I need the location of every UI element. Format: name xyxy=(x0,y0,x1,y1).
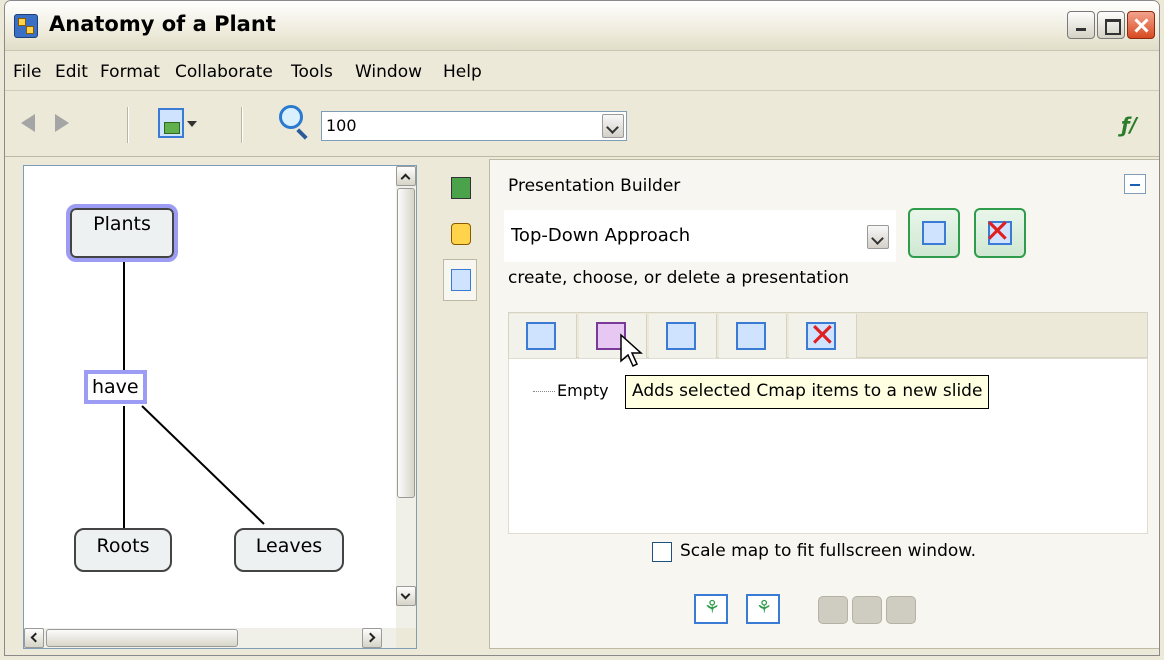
concept-plants[interactable]: Plants xyxy=(66,204,178,262)
views-icon[interactable] xyxy=(158,108,184,138)
forward-arrow-icon[interactable] xyxy=(55,114,69,132)
horizontal-scrollbar[interactable] xyxy=(24,628,396,648)
chevron-right-icon xyxy=(365,632,376,643)
zoom-combo[interactable]: 100 xyxy=(321,111,627,141)
chevron-down-icon[interactable] xyxy=(187,121,197,127)
mouse-pointer-icon xyxy=(620,333,643,368)
edit-tool-icon[interactable]: ƒ/ xyxy=(1121,113,1137,137)
minimize-button[interactable] xyxy=(1067,11,1095,39)
presentation-dropdown-button[interactable] xyxy=(867,225,889,249)
chevron-down-icon xyxy=(400,589,411,600)
add-slide-icon xyxy=(526,322,556,350)
delete-presentation-button[interactable]: ✕ xyxy=(974,208,1026,258)
scroll-left-button[interactable] xyxy=(24,628,44,648)
scrollbar-corner xyxy=(396,628,416,648)
nested-nodes-icon xyxy=(451,223,471,245)
menu-file[interactable]: File xyxy=(13,62,41,82)
menu-edit[interactable]: Edit xyxy=(55,62,88,82)
menu-tools[interactable]: Tools xyxy=(291,62,333,82)
play-fullscreen-button[interactable] xyxy=(746,594,780,624)
horizontal-scroll-thumb[interactable] xyxy=(46,629,238,647)
menu-collaborate[interactable]: Collaborate xyxy=(175,62,273,82)
zoom-icon[interactable] xyxy=(279,105,303,129)
stop-presentation-button[interactable] xyxy=(852,596,882,624)
concept-label: Leaves xyxy=(255,535,323,557)
previous-slide-button[interactable] xyxy=(818,596,848,624)
concept-roots[interactable]: Roots xyxy=(74,528,172,572)
next-slide-button[interactable] xyxy=(886,596,916,624)
toolbar: 100 ƒ/ xyxy=(5,93,1159,157)
info-panel-icon xyxy=(451,177,471,199)
window-title: Anatomy of a Plant xyxy=(49,12,276,36)
menu-bar: File Edit Format Collaborate Tools Windo… xyxy=(5,53,1159,91)
tab-nested-nodes[interactable] xyxy=(443,213,477,255)
vertical-scroll-thumb[interactable] xyxy=(397,188,415,498)
selected-presentation[interactable]: Top-Down Approach xyxy=(511,225,690,246)
concept-label: Roots xyxy=(96,535,150,557)
toolbar-separator xyxy=(127,107,129,143)
play-presentation-button[interactable] xyxy=(694,594,728,624)
maximize-button[interactable] xyxy=(1097,11,1125,39)
delete-slide-button[interactable]: ✕ xyxy=(789,314,857,358)
slide-tree-empty: Empty xyxy=(533,381,609,400)
linking-phrase-have[interactable]: have xyxy=(84,370,147,404)
scroll-up-button[interactable] xyxy=(396,166,416,186)
update-slide-button[interactable] xyxy=(649,314,717,358)
scroll-down-button[interactable] xyxy=(396,586,416,606)
slide-toolbar: ✕ xyxy=(508,312,1148,358)
new-presentation-icon xyxy=(922,221,946,245)
panel-title: Presentation Builder xyxy=(508,176,681,196)
menu-help[interactable]: Help xyxy=(443,62,482,82)
delete-x-icon: ✕ xyxy=(809,316,836,354)
tab-presentation[interactable] xyxy=(443,259,477,301)
toolbar-separator xyxy=(241,107,243,143)
concept-label: Plants xyxy=(93,213,151,235)
scale-map-label: Scale map to fit fullscreen window. xyxy=(680,541,977,561)
cmap-canvas[interactable]: Plants have Roots Leaves xyxy=(23,165,417,649)
link-line xyxy=(141,405,265,525)
update-slide-icon xyxy=(666,322,696,350)
app-window: Anatomy of a Plant File Edit Format Coll… xyxy=(4,0,1160,656)
new-presentation-button[interactable] xyxy=(908,208,960,258)
tab-info[interactable] xyxy=(443,167,477,209)
chevron-left-icon xyxy=(30,632,41,643)
add-slide-button[interactable] xyxy=(509,314,577,358)
cmap-app-icon xyxy=(14,14,38,38)
scale-map-checkbox[interactable] xyxy=(652,542,672,562)
presentation-hint: create, choose, or delete a presentation xyxy=(508,268,849,288)
presentation-icon xyxy=(451,269,471,291)
menu-format[interactable]: Format xyxy=(100,62,160,82)
close-window-button[interactable] xyxy=(1127,11,1155,39)
title-bar[interactable]: Anatomy of a Plant xyxy=(5,1,1159,51)
back-arrow-icon[interactable] xyxy=(21,114,35,132)
scroll-right-button[interactable] xyxy=(362,628,382,648)
presentation-select[interactable]: Top-Down Approach xyxy=(504,210,896,262)
delete-x-icon: ✕ xyxy=(984,212,1011,250)
zoom-dropdown-button[interactable] xyxy=(602,114,624,138)
tooltip: Adds selected Cmap items to a new slide xyxy=(625,375,990,409)
refresh-slide-icon xyxy=(736,322,766,350)
refresh-slide-button[interactable] xyxy=(719,314,787,358)
vertical-scrollbar[interactable] xyxy=(396,166,416,628)
concept-leaves[interactable]: Leaves xyxy=(234,528,344,572)
zoom-value[interactable]: 100 xyxy=(326,116,357,135)
chevron-up-icon xyxy=(400,173,411,184)
collapse-panel-button[interactable] xyxy=(1124,174,1146,194)
menu-window[interactable]: Window xyxy=(355,62,422,82)
